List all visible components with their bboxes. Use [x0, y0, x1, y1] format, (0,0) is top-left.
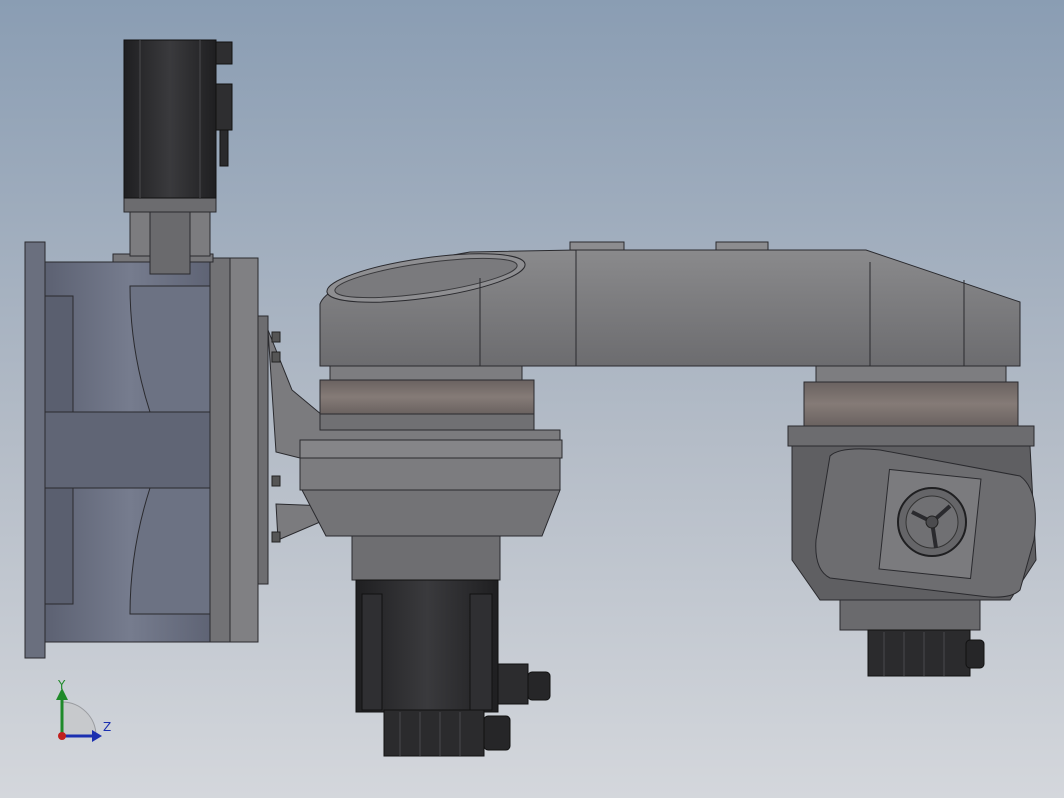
z-axis-label: Z — [103, 720, 112, 734]
y-axis-label: Y — [58, 678, 66, 692]
tool-flange[interactable] — [878, 468, 982, 580]
joint-bearing-ring[interactable] — [299, 363, 563, 537]
cad-viewport[interactable]: Y Z — [0, 0, 1064, 798]
base-flange[interactable] — [24, 241, 269, 659]
second-arm-link[interactable] — [575, 241, 1021, 367]
orientation-triad — [56, 688, 102, 742]
servo-motor-bottom[interactable] — [351, 535, 551, 757]
servo-motor-top[interactable] — [123, 39, 233, 199]
robot-arm-model[interactable] — [0, 0, 1064, 798]
motor-gearbox-adapter[interactable] — [112, 195, 217, 275]
